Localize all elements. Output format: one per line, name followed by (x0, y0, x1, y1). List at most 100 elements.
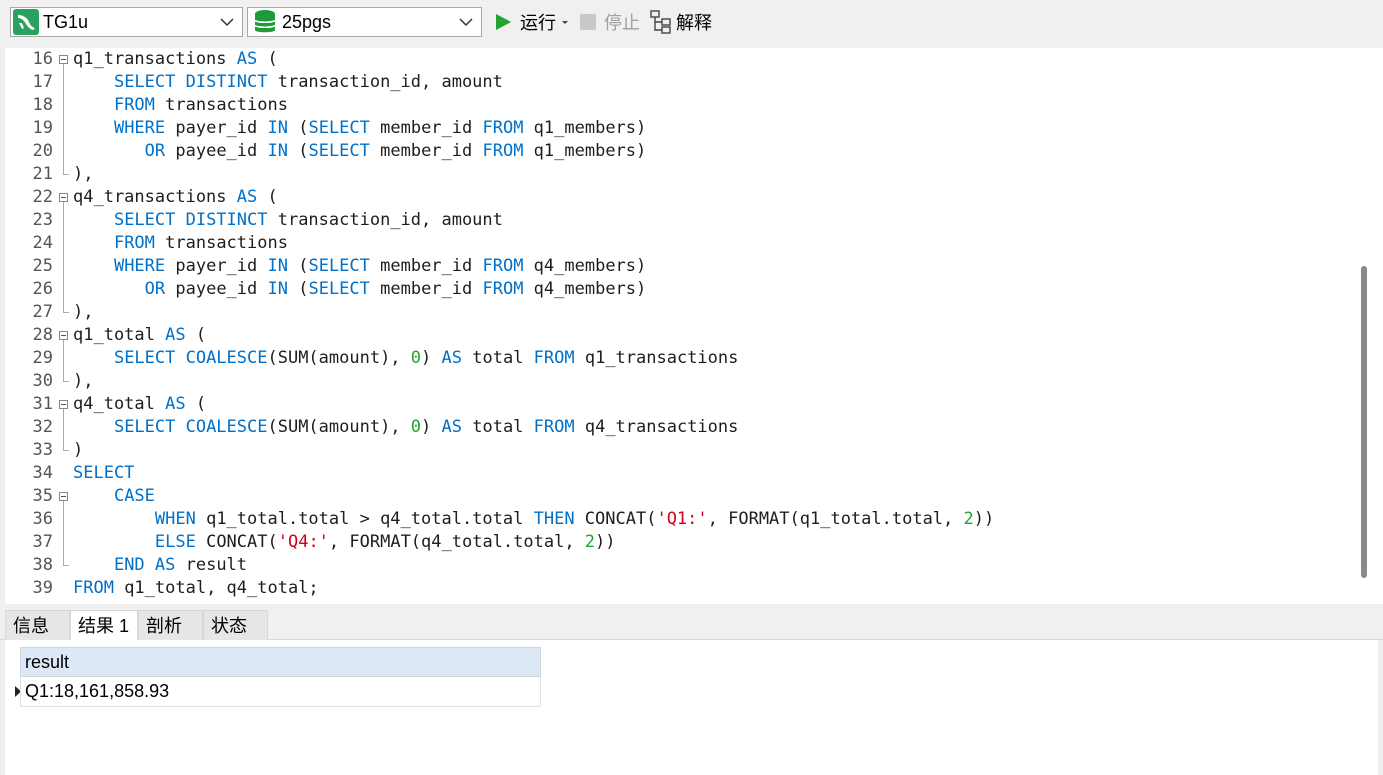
sql-text: q1_transactions (574, 348, 739, 368)
fold-toggle-icon[interactable] (59, 492, 68, 501)
line-number: 37 (32, 532, 53, 552)
sql-text: ( (185, 394, 207, 414)
code-line[interactable]: ) (73, 439, 83, 462)
tab-result-1[interactable]: 结果 1 (70, 610, 138, 641)
line-number: 34 (32, 463, 53, 483)
connection-select[interactable]: TG1u (10, 7, 243, 37)
sql-keyword: END AS (113, 555, 176, 575)
sql-text: q1_transactions (73, 49, 237, 69)
line-number: 32 (32, 417, 53, 437)
sql-text: member_id (369, 118, 483, 138)
sql-text: ) (421, 348, 442, 368)
line-number: 18 (32, 95, 53, 115)
code-line[interactable]: FROM q1_total, q4_total; (73, 577, 319, 600)
chevron-down-icon (459, 18, 473, 27)
sql-editor[interactable]: 16 q1_transactions AS (17 SELECT DISTINCT… (5, 48, 1352, 604)
code-line[interactable]: SELECT DISTINCT transaction_id, amount (73, 209, 503, 232)
code-line[interactable]: OR payee_id IN (SELECT member_id FROM q1… (73, 140, 647, 163)
sql-text: member_id (369, 256, 483, 276)
code-line[interactable]: SELECT (73, 462, 134, 485)
sql-keyword: FROM (533, 417, 575, 437)
sql-text: transactions (154, 233, 288, 253)
sql-keyword: IN (267, 141, 288, 161)
fold-guide (63, 409, 64, 450)
code-line[interactable]: CASE (73, 485, 155, 508)
code-line[interactable]: q1_transactions AS ( (73, 48, 278, 71)
code-line[interactable]: SELECT COALESCE(SUM(amount), 0) AS total… (73, 347, 738, 370)
sql-text: (SUM(amount), (267, 348, 411, 368)
code-line[interactable]: OR payee_id IN (SELECT member_id FROM q4… (73, 278, 647, 301)
line-number: 30 (32, 371, 53, 391)
column-header-result[interactable]: result (20, 647, 541, 677)
fold-toggle-icon[interactable] (59, 331, 68, 340)
sql-text: q1_total (73, 325, 166, 345)
sql-text: q1_total, q4_total; (113, 578, 319, 598)
fold-toggle-icon[interactable] (59, 400, 68, 409)
line-number: 31 (32, 394, 53, 414)
sql-keyword: FROM (482, 279, 524, 299)
line-number: 22 (32, 187, 53, 207)
code-line[interactable]: FROM transactions (73, 94, 288, 117)
results-panel: result Q1:18,161,858.93 (5, 640, 1378, 775)
sql-keyword: FROM (113, 233, 155, 253)
run-button[interactable]: 运行 (494, 9, 570, 35)
sql-text: result (175, 555, 248, 575)
tab-profile[interactable]: 剖析 (138, 610, 203, 640)
code-line[interactable]: SELECT DISTINCT transaction_id, amount (73, 71, 503, 94)
editor-scrollbar-thumb[interactable] (1361, 266, 1367, 578)
stop-button[interactable]: 停止 (580, 9, 640, 35)
sql-text: CONCAT( (195, 532, 278, 552)
editor-scrollbar-track[interactable] (1352, 48, 1383, 604)
sql-text: CONCAT( (574, 509, 657, 529)
fold-guide (63, 501, 64, 565)
database-select[interactable]: 25pgs (247, 7, 482, 37)
line-number: 25 (32, 256, 53, 276)
code-line[interactable]: ), (73, 163, 93, 186)
code-line[interactable]: q4_transactions AS ( (73, 186, 278, 209)
code-line[interactable]: q1_total AS ( (73, 324, 206, 347)
fold-end (63, 381, 69, 382)
line-number: 21 (32, 164, 53, 184)
fold-toggle-icon[interactable] (59, 55, 68, 64)
code-line[interactable]: ELSE CONCAT('Q4:', FORMAT(q4_total.total… (73, 531, 616, 554)
line-number: 24 (32, 233, 53, 253)
sql-keyword: SELECT DISTINCT (113, 72, 268, 92)
explain-button[interactable]: 解释 (650, 9, 712, 35)
sql-text: transactions (154, 95, 288, 115)
code-line[interactable]: WHERE payer_id IN (SELECT member_id FROM… (73, 117, 646, 140)
code-line[interactable]: q4_total AS ( (73, 393, 206, 416)
line-number: 16 (32, 49, 53, 69)
sql-text: transaction_id, amount (267, 210, 503, 230)
sql-keyword: WHERE (113, 256, 166, 276)
code-line[interactable]: ), (73, 301, 93, 324)
code-line[interactable]: WHERE payer_id IN (SELECT member_id FROM… (73, 255, 646, 278)
code-line[interactable]: ), (73, 370, 93, 393)
fold-end (63, 312, 69, 313)
sql-text: ), (73, 302, 94, 322)
tab-status[interactable]: 状态 (203, 610, 268, 640)
code-line[interactable]: WHEN q1_total.total > q4_total.total THE… (73, 508, 994, 531)
line-number: 39 (32, 578, 53, 598)
code-line[interactable]: FROM transactions (73, 232, 288, 255)
tab-info[interactable]: 信息 (5, 610, 70, 640)
line-number: 27 (32, 302, 53, 322)
sql-text: member_id (369, 141, 483, 161)
fold-toggle-icon[interactable] (59, 193, 68, 202)
sql-text: q4_transactions (574, 417, 739, 437)
result-cell[interactable]: Q1:18,161,858.93 (20, 676, 541, 707)
sql-text: ) (73, 440, 84, 460)
code-line[interactable]: END AS result (73, 554, 247, 577)
sql-string: 'Q4:' (277, 532, 329, 552)
table-row[interactable]: Q1:18,161,858.93 (20, 676, 541, 707)
sql-text: q4_total (73, 394, 166, 414)
chevron-down-icon (220, 18, 234, 27)
sql-text: (SUM(amount), (267, 417, 411, 437)
code-line[interactable]: SELECT COALESCE(SUM(amount), 0) AS total… (73, 416, 738, 439)
run-dropdown-icon[interactable] (560, 17, 570, 27)
